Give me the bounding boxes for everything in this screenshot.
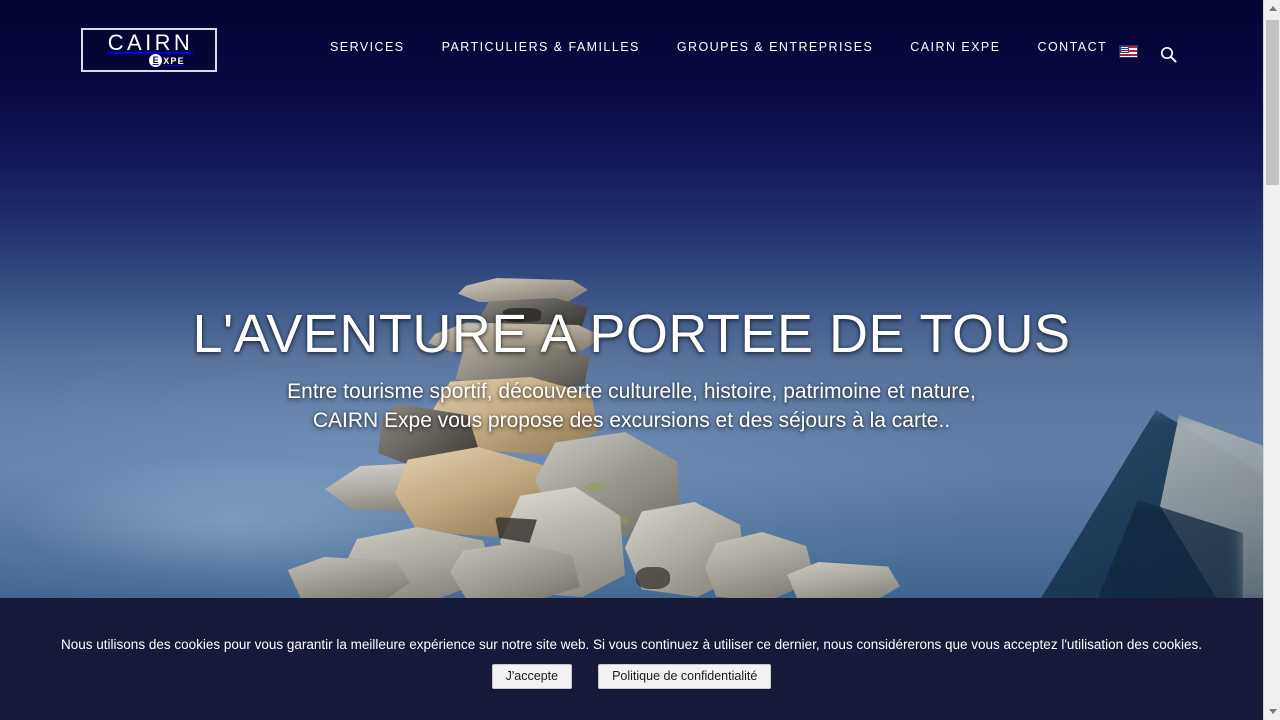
browser-viewport: CAIRN E XPE SERVICES PARTICULIERS & FAMI… — [0, 0, 1263, 720]
chevron-up-icon — [1268, 6, 1277, 11]
logo-badge-letter: E — [149, 54, 163, 67]
nav-item-services[interactable]: SERVICES — [330, 40, 405, 54]
main-navigation: SERVICES PARTICULIERS & FAMILLES GROUPES… — [330, 40, 1144, 54]
hero-subtitle-line-2: CAIRN Expe vous propose des excursions e… — [312, 409, 951, 432]
cookie-accept-button[interactable]: J'accepte — [491, 664, 573, 689]
chevron-down-icon — [1268, 709, 1277, 714]
nav-item-cairn-expe[interactable]: CAIRN EXPE — [910, 40, 1000, 54]
scroll-up-arrow[interactable] — [1264, 0, 1280, 17]
search-icon[interactable] — [1160, 46, 1177, 63]
cookie-consent-banner: Nous utilisons des cookies pour vous gar… — [0, 598, 1263, 720]
scrollbar-thumb[interactable] — [1266, 20, 1279, 185]
cookie-button-group: J'accepte Politique de confidentialité — [0, 664, 1263, 689]
site-logo[interactable]: CAIRN E XPE — [81, 28, 217, 72]
page-scrollbar[interactable] — [1263, 0, 1280, 720]
nav-item-contact[interactable]: CONTACT — [1038, 40, 1108, 54]
us-flag-icon[interactable] — [1119, 45, 1138, 58]
cookie-privacy-policy-button[interactable]: Politique de confidentialité — [598, 664, 772, 689]
flag-canton — [1120, 46, 1129, 53]
cookie-message: Nous utilisons des cookies pour vous gar… — [61, 637, 1202, 652]
nav-item-groupes-entreprises[interactable]: GROUPES & ENTREPRISES — [677, 40, 873, 54]
logo-subtext: E XPE — [113, 54, 185, 67]
logo-wordmark: CAIRN — [107, 30, 194, 55]
nav-item-particuliers-familles[interactable]: PARTICULIERS & FAMILLES — [442, 40, 640, 54]
hero-title: L'AVENTURE A PORTEE DE TOUS — [192, 304, 1071, 364]
site-header: CAIRN E XPE SERVICES PARTICULIERS & FAMI… — [0, 0, 1263, 100]
logo-badge-rest: XPE — [163, 55, 185, 66]
hero-subtitle-line-1: Entre tourisme sportif, découverte cultu… — [287, 380, 976, 403]
scroll-down-arrow[interactable] — [1264, 703, 1280, 720]
hero-text-block: L'AVENTURE A PORTEE DE TOUS Entre touris… — [0, 303, 1263, 435]
